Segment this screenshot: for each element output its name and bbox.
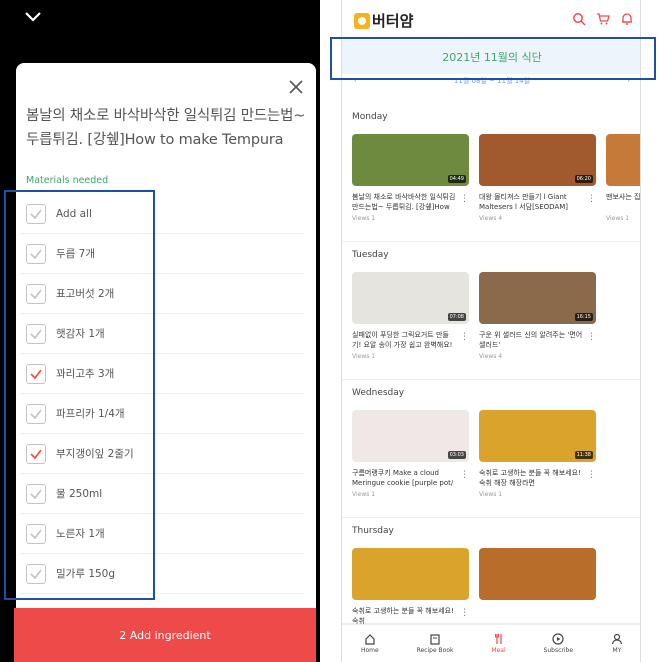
video-card[interactable]: 06:20 대왕 몰티져스 만들기 l Giant Maltesers l 서담[…	[479, 134, 596, 222]
day-section: Wednesday 03:03 구름머랭쿠키 Make a cloud Mering…	[342, 380, 640, 518]
screenshot-root: 봄날의 채소로 바삭바삭한 일식튀김 만드는법~ 두릅튀김. [강쉪]How t…	[0, 0, 659, 662]
nav-item-meal[interactable]: Meal	[491, 633, 506, 654]
video-title[interactable]: 실패없이 푸딩한 그릭요거트 만들기! 요알 송이 가장 쉽고 완벽해요! 절대…	[352, 330, 469, 350]
video-views: Views 1	[479, 491, 503, 498]
book-icon	[430, 634, 440, 645]
video-duration: 04:49	[447, 175, 466, 183]
recipe-title: 봄날의 채소로 바삭바삭한 일식튀김 만드는법~ 두릅튀김. [강쉪]How t…	[26, 108, 306, 148]
bell-icon[interactable]	[620, 12, 634, 26]
highlight-box-ingredients	[4, 190, 155, 600]
video-views: Views 1	[606, 215, 630, 222]
day-section: Tuesday 07:08 실패없이 푸딩한 그릭요거트 만들기! 요알 송이 가장…	[342, 242, 640, 380]
nav-item-recipe-book[interactable]: Recipe Book	[417, 633, 454, 654]
video-title[interactable]: 숙취로 고생하는 분들 꼭 해보세요! 숙취 해장 해장라면	[479, 468, 596, 488]
search-icon[interactable]	[572, 12, 586, 26]
nav-label: Meal	[491, 647, 506, 654]
video-card[interactable]: 04:49 봄날의 채소로 바삭바삭한 일식튀김 만드는법~ 두릅튀김. [강쉪]…	[352, 134, 469, 222]
video-views: Views 4	[479, 353, 503, 360]
video-duration: 07:08	[447, 313, 466, 321]
video-title[interactable]: 봄날의 채소로 바삭바삭한 일식튀김 만드는법~ 두릅튀김. [강쉪]How t…	[352, 192, 469, 212]
highlight-box-month	[330, 37, 656, 80]
user-icon	[611, 633, 623, 645]
more-options-icon[interactable]: ⋮	[587, 194, 596, 204]
meal-plan-screen: 버터얌 2021년 11월의 식단 ‹ 11월 08일 ~ 11월 14일 › …	[341, 0, 641, 662]
video-card-row: 03:03 구름머랭쿠키 Make a cloud Meringue cookie…	[352, 410, 596, 498]
nav-item-home[interactable]: Home	[361, 633, 379, 654]
more-options-icon[interactable]: ⋮	[587, 332, 596, 342]
more-options-icon[interactable]: ⋮	[587, 470, 596, 480]
logo-text: 버터얌	[372, 12, 414, 30]
video-thumbnail[interactable]: 11:38	[479, 410, 596, 462]
nav-label: MY	[612, 647, 622, 654]
video-duration: 03:03	[447, 451, 466, 459]
video-card[interactable]: 07:08 실패없이 푸딩한 그릭요거트 만들기! 요알 송이 가장 쉽고 완벽해…	[352, 272, 469, 360]
video-title[interactable]: 숙취로 고생하는 분들 꼭 해보세요! 숙취	[352, 606, 469, 626]
more-options-icon[interactable]: ⋮	[460, 194, 469, 204]
video-card[interactable]: 16:15 구운 위 샐러드 신의 알려주는 '면어 샐러드' ⋮ Views 4	[479, 272, 596, 360]
video-card[interactable]: 03:03 구름머랭쿠키 Make a cloud Meringue cookie…	[352, 410, 469, 498]
nav-item-subscribe[interactable]: Subscribe	[544, 633, 573, 654]
video-card[interactable]: 맨보사는 집에서⋮Views 1	[606, 134, 640, 222]
video-views: Views 4	[479, 215, 503, 222]
video-card[interactable]	[479, 548, 596, 626]
video-card[interactable]: 11:38 숙취로 고생하는 분들 꼭 해보세요! 숙취 해장 해장라면 ⋮ View…	[479, 410, 596, 498]
video-duration: 06:20	[574, 175, 593, 183]
video-card-row: 04:49 봄날의 채소로 바삭바삭한 일식튀김 만드는법~ 두릅튀김. [강쉪]…	[352, 134, 640, 222]
video-views: Views 1	[352, 353, 376, 360]
video-card-row: 숙취로 고생하는 분들 꼭 해보세요! 숙취 ⋮	[352, 548, 596, 626]
video-thumbnail[interactable]	[606, 134, 640, 186]
video-thumbnail[interactable]	[479, 548, 596, 600]
video-duration: 16:15	[574, 313, 593, 321]
more-options-icon[interactable]: ⋮	[460, 332, 469, 342]
more-options-icon[interactable]: ⋮	[460, 608, 469, 618]
bottom-nav: Home Recipe Book Meal Subscribe MY	[342, 624, 640, 662]
day-section: Monday 04:49 봄날의 채소로 바삭바삭한 일식튀김 만드는법~ 두릅튀김…	[342, 104, 640, 242]
cart-icon[interactable]	[596, 12, 610, 26]
video-title[interactable]: 대왕 몰티져스 만들기 l Giant Maltesers l 서담[SEODA…	[479, 192, 596, 212]
day-label: Thursday	[352, 526, 394, 536]
add-ingredient-button[interactable]: 2 Add ingredient	[14, 608, 316, 662]
video-views: Views 1	[352, 215, 376, 222]
materials-needed-label: Materials needed	[26, 175, 109, 186]
day-label: Tuesday	[352, 250, 389, 260]
day-section: Thursday 숙취로 고생하는 분들 꼭 해보세요! 숙취 ⋮	[342, 518, 640, 626]
video-card[interactable]: 숙취로 고생하는 분들 꼭 해보세요! 숙취 ⋮	[352, 548, 469, 626]
video-thumbnail[interactable]: 03:03	[352, 410, 469, 462]
video-title[interactable]: 맨보사는 집에서	[606, 192, 640, 212]
nav-item-my[interactable]: MY	[611, 633, 623, 654]
day-label: Wednesday	[352, 388, 405, 398]
video-title[interactable]: 구운 위 샐러드 신의 알려주는 '면어 샐러드'	[479, 330, 596, 350]
video-thumbnail[interactable]: 06:20	[479, 134, 596, 186]
video-thumbnail[interactable]: 16:15	[479, 272, 596, 324]
chevron-down-icon[interactable]	[24, 10, 42, 24]
video-thumbnail[interactable]	[352, 548, 469, 600]
nav-label: Recipe Book	[416, 647, 454, 654]
home-icon	[365, 634, 375, 645]
close-icon[interactable]	[288, 79, 304, 95]
nav-label: Home	[360, 647, 379, 654]
nav-label: Subscribe	[543, 647, 574, 654]
video-duration: 11:38	[574, 451, 593, 459]
day-label: Monday	[352, 112, 388, 122]
app-logo[interactable]: 버터얌	[354, 10, 413, 31]
top-icons	[572, 12, 634, 26]
video-title[interactable]: 구름머랭쿠키 Make a cloud Meringue cookie [pur…	[352, 468, 469, 488]
logo-mark-icon	[354, 12, 370, 29]
video-thumbnail[interactable]: 04:49	[352, 134, 469, 186]
video-thumbnail[interactable]: 07:08	[352, 272, 469, 324]
video-card-row: 07:08 실패없이 푸딩한 그릭요거트 만들기! 요알 송이 가장 쉽고 완벽해…	[352, 272, 596, 360]
utensils-icon	[494, 634, 502, 644]
more-options-icon[interactable]: ⋮	[460, 470, 469, 480]
top-bar: 버터얌	[342, 0, 640, 40]
video-views: Views 1	[352, 491, 376, 498]
play-circle-icon	[552, 633, 564, 645]
